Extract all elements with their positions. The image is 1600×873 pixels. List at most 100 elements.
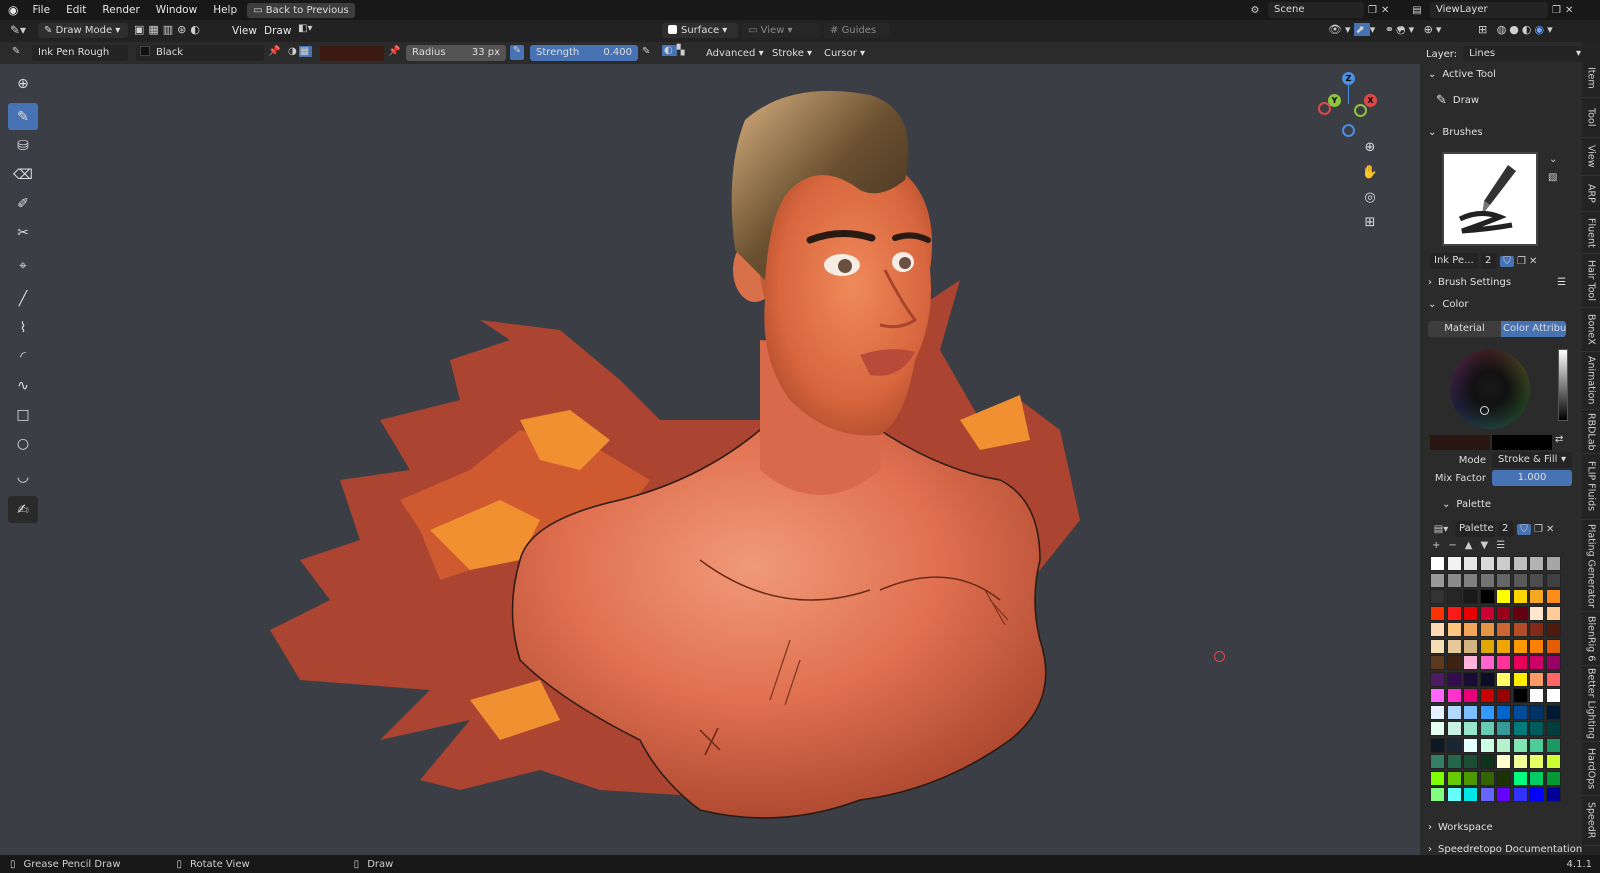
palette-swatch[interactable]	[1463, 737, 1478, 753]
brush-name-field[interactable]: Ink Pen Rough	[32, 45, 128, 61]
gizmo-z-axis[interactable]: Z	[1342, 72, 1355, 85]
palette-swatch[interactable]	[1430, 622, 1445, 637]
strength-slider[interactable]: Strength 0.400	[530, 45, 638, 61]
fill-tool-icon[interactable]: ⛁	[8, 132, 38, 159]
move-up-icon[interactable]: ▲	[1465, 540, 1473, 551]
tab-tool[interactable]: Tool	[1582, 98, 1600, 138]
brush-tool-icon[interactable]: ✎	[12, 46, 20, 57]
palette-swatch[interactable]	[1479, 688, 1495, 703]
palette-swatch[interactable]	[1463, 704, 1478, 720]
curve-tool-icon[interactable]: ∿	[8, 372, 38, 399]
advanced-dropdown[interactable]: Advanced ▾	[700, 46, 770, 61]
palette-swatch[interactable]	[1430, 655, 1445, 670]
pin-material-icon[interactable]: 📌	[268, 46, 280, 57]
palette-swatch[interactable]	[1545, 622, 1561, 637]
palette-swatch[interactable]	[1479, 737, 1495, 753]
palette-swatch[interactable]	[1496, 754, 1511, 769]
palette-swatch[interactable]	[1479, 556, 1495, 571]
palette-swatch[interactable]	[1430, 721, 1445, 736]
mode-dropdown[interactable]: ✎ Draw Mode ▾	[38, 23, 128, 38]
radius-field[interactable]: Radius 33 px	[406, 45, 506, 61]
palette-swatch[interactable]	[1479, 671, 1495, 687]
palette-swatch[interactable]	[1496, 721, 1511, 736]
menu-render[interactable]: Render	[94, 0, 147, 20]
palette-swatch[interactable]	[1446, 622, 1462, 637]
move-down-icon[interactable]: ▼	[1480, 540, 1488, 551]
menu-help[interactable]: Help	[205, 0, 245, 20]
palette-swatch[interactable]	[1479, 622, 1495, 637]
draw-tool-icon[interactable]: ✎	[8, 103, 38, 130]
menu-file[interactable]: File	[24, 0, 58, 20]
eyedropper-tool-icon[interactable]: ⌖	[8, 252, 38, 279]
color-mode-icons[interactable]: ◑▦	[288, 46, 313, 57]
palette-swatch[interactable]	[1545, 638, 1561, 654]
palette-swatch[interactable]	[1479, 589, 1495, 604]
palette-swatch[interactable]	[1545, 605, 1561, 621]
palette-swatch[interactable]	[1463, 605, 1478, 621]
palette-swatch[interactable]	[1430, 671, 1445, 687]
palette-swatch[interactable]	[1512, 638, 1528, 654]
tab-item[interactable]: Item	[1582, 58, 1600, 98]
current-color-swatch[interactable]	[1430, 435, 1490, 450]
palette-swatch[interactable]	[1545, 671, 1561, 687]
palette-swatch[interactable]	[1479, 572, 1495, 588]
brush-color-swatch[interactable]	[320, 46, 384, 61]
tab-hair-tool[interactable]: Hair Tool	[1582, 254, 1600, 308]
stroke-options-icons[interactable]: ◐ ▚	[662, 45, 686, 56]
palette-swatch[interactable]	[1529, 737, 1544, 753]
navigation-gizmo[interactable]: Z X Y	[1314, 70, 1384, 140]
palette-swatch[interactable]	[1463, 572, 1478, 588]
swap-colors-icon[interactable]: ⇄	[1555, 434, 1563, 445]
palette-swatch[interactable]	[1446, 671, 1462, 687]
palette-swatch[interactable]	[1496, 671, 1511, 687]
palette-swatch[interactable]	[1496, 622, 1511, 637]
viewlayer-field[interactable]: ViewLayer	[1430, 2, 1548, 18]
palette-swatch[interactable]	[1479, 638, 1495, 654]
palette-swatch[interactable]	[1545, 704, 1561, 720]
palette-fake-user-icon[interactable]: ⛉	[1517, 523, 1531, 535]
active-tool-header[interactable]: ⌄ Active Tool	[1428, 69, 1496, 80]
3d-viewport[interactable]: Z X Y ⊕ ✋ ◎ ⊞	[0, 64, 1420, 855]
palette-swatch[interactable]	[1512, 589, 1528, 604]
palette-swatch[interactable]	[1512, 787, 1528, 802]
close-viewlayer-icon[interactable]: ✕	[1565, 5, 1573, 16]
placement-dropdown[interactable]: Surface ▾	[662, 23, 738, 38]
palette-swatch[interactable]	[1479, 787, 1495, 802]
palette-swatch[interactable]	[1529, 655, 1544, 670]
palette-swatch[interactable]	[1479, 655, 1495, 670]
box-tool-icon[interactable]: □	[8, 401, 38, 428]
palette-swatch[interactable]	[1430, 589, 1445, 604]
palette-swatch[interactable]	[1496, 737, 1511, 753]
palette-swatch[interactable]	[1512, 655, 1528, 670]
cursor-tool-icon[interactable]: ⊕	[8, 70, 38, 97]
gizmo-x-axis[interactable]: X	[1364, 94, 1377, 107]
palette-swatch[interactable]	[1446, 556, 1462, 571]
palette-browse-icon[interactable]: ▤▾	[1430, 524, 1452, 535]
palette-swatch[interactable]	[1446, 638, 1462, 654]
menu-window[interactable]: Window	[148, 0, 205, 20]
tab-color-attribute[interactable]: Color Attribute	[1501, 321, 1566, 337]
add-color-icon[interactable]: +	[1432, 540, 1440, 551]
palette-swatch[interactable]	[1545, 754, 1561, 769]
palette-swatch[interactable]	[1430, 754, 1445, 769]
palette-swatch[interactable]	[1529, 622, 1544, 637]
radius-pressure-icon[interactable]: ✎	[510, 45, 524, 60]
palette-swatch[interactable]	[1529, 572, 1544, 588]
tab-rbdlab[interactable]: RBDLab	[1582, 410, 1600, 454]
palette-swatch[interactable]	[1446, 704, 1462, 720]
workspace-header[interactable]: › Workspace	[1428, 822, 1493, 833]
palette-swatch[interactable]	[1446, 655, 1462, 670]
palette-swatch[interactable]	[1512, 605, 1528, 621]
palette-swatch[interactable]	[1446, 754, 1462, 769]
palette-swatch[interactable]	[1463, 589, 1478, 604]
palette-swatch[interactable]	[1463, 622, 1478, 637]
arc-tool-icon[interactable]: ◜	[8, 343, 38, 370]
tab-blenrig[interactable]: BlenRig 6	[1582, 612, 1600, 666]
palette-swatch[interactable]	[1512, 770, 1528, 786]
palette-swatch[interactable]	[1463, 638, 1478, 654]
palette-swatch[interactable]	[1430, 737, 1445, 753]
palette-swatch[interactable]	[1430, 605, 1445, 621]
tab-fluent[interactable]: Fluent	[1582, 212, 1600, 254]
palette-swatch[interactable]	[1529, 605, 1544, 621]
palette-swatch[interactable]	[1446, 605, 1462, 621]
